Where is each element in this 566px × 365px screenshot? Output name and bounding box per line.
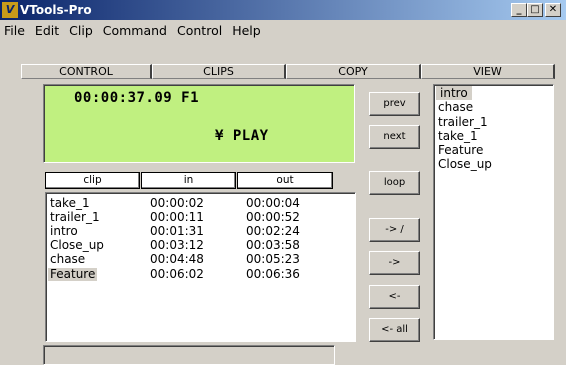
list-item[interactable]: Close_up xyxy=(434,157,553,171)
remove-all-button[interactable]: <- all xyxy=(369,318,420,342)
clip-out: 00:00:52 xyxy=(246,210,300,224)
clip-in: 00:04:48 xyxy=(150,252,204,266)
clip-list[interactable]: intro chase trailer_1 take_1 Feature Clo… xyxy=(433,84,554,340)
remove-clip-button[interactable]: <- xyxy=(369,285,420,309)
prev-button[interactable]: prev xyxy=(369,92,420,116)
next-button[interactable]: next xyxy=(369,125,420,149)
menu-file[interactable]: File xyxy=(0,20,30,38)
menu-command[interactable]: Command xyxy=(98,20,172,38)
menu-bar: File Edit Clip Command Control Help xyxy=(0,20,566,40)
clip-in: 00:06:02 xyxy=(150,267,204,281)
timecode-readout: 00:00:37.09 F1 xyxy=(74,90,200,106)
list-item[interactable]: chase xyxy=(434,100,553,114)
menu-control[interactable]: Control xyxy=(172,20,227,38)
window-title: VTools-Pro xyxy=(20,3,92,17)
move-to-list-button[interactable]: -> / xyxy=(369,218,420,242)
menu-clip[interactable]: Clip xyxy=(64,20,98,38)
tab-control[interactable]: CONTROL xyxy=(21,64,152,79)
clip-name: Close_up xyxy=(50,238,104,252)
clip-out: 00:06:36 xyxy=(246,267,300,281)
clip-in: 00:00:02 xyxy=(150,196,204,210)
clip-in: 00:00:11 xyxy=(150,210,204,224)
clip-name: take_1 xyxy=(50,196,90,210)
tab-clips[interactable]: CLIPS xyxy=(152,64,286,79)
play-status: ¥ PLAY xyxy=(215,128,269,144)
close-button[interactable]: ✕ xyxy=(545,3,561,17)
app-icon: V xyxy=(2,2,18,18)
loop-button[interactable]: loop xyxy=(369,171,420,195)
tab-copy[interactable]: COPY xyxy=(286,64,421,79)
clip-name: trailer_1 xyxy=(50,210,100,224)
status-field xyxy=(43,345,335,365)
clip-in: 00:03:12 xyxy=(150,238,204,252)
clip-name: Feature xyxy=(48,267,98,281)
clip-out: 00:02:24 xyxy=(246,224,300,238)
column-header-clip[interactable]: clip xyxy=(45,172,140,189)
clip-table[interactable]: take_1 00:00:02 00:00:04 trailer_1 00:00… xyxy=(45,192,356,342)
menu-help[interactable]: Help xyxy=(227,20,266,38)
title-bar[interactable]: V VTools-Pro _ □ ✕ xyxy=(0,0,566,20)
add-clip-button[interactable]: -> xyxy=(369,251,420,275)
clip-name: intro xyxy=(50,224,78,238)
column-header-in[interactable]: in xyxy=(141,172,236,189)
clip-out: 00:03:58 xyxy=(246,238,300,252)
timecode-display: 00:00:37.09 F1 ¥ PLAY xyxy=(43,84,355,163)
clip-out: 00:05:23 xyxy=(246,252,300,266)
clip-out: 00:00:04 xyxy=(246,196,300,210)
list-item[interactable]: take_1 xyxy=(434,129,553,143)
maximize-button[interactable]: □ xyxy=(527,3,543,17)
clip-name: chase xyxy=(50,252,86,266)
tab-view[interactable]: VIEW xyxy=(421,64,555,79)
column-header-out[interactable]: out xyxy=(237,172,333,189)
list-item-selected[interactable]: intro xyxy=(436,86,472,101)
list-item[interactable]: Feature xyxy=(434,143,553,157)
minimize-button[interactable]: _ xyxy=(511,3,527,17)
menu-edit[interactable]: Edit xyxy=(30,20,64,38)
list-item[interactable]: trailer_1 xyxy=(434,115,553,129)
clip-in: 00:01:31 xyxy=(150,224,204,238)
